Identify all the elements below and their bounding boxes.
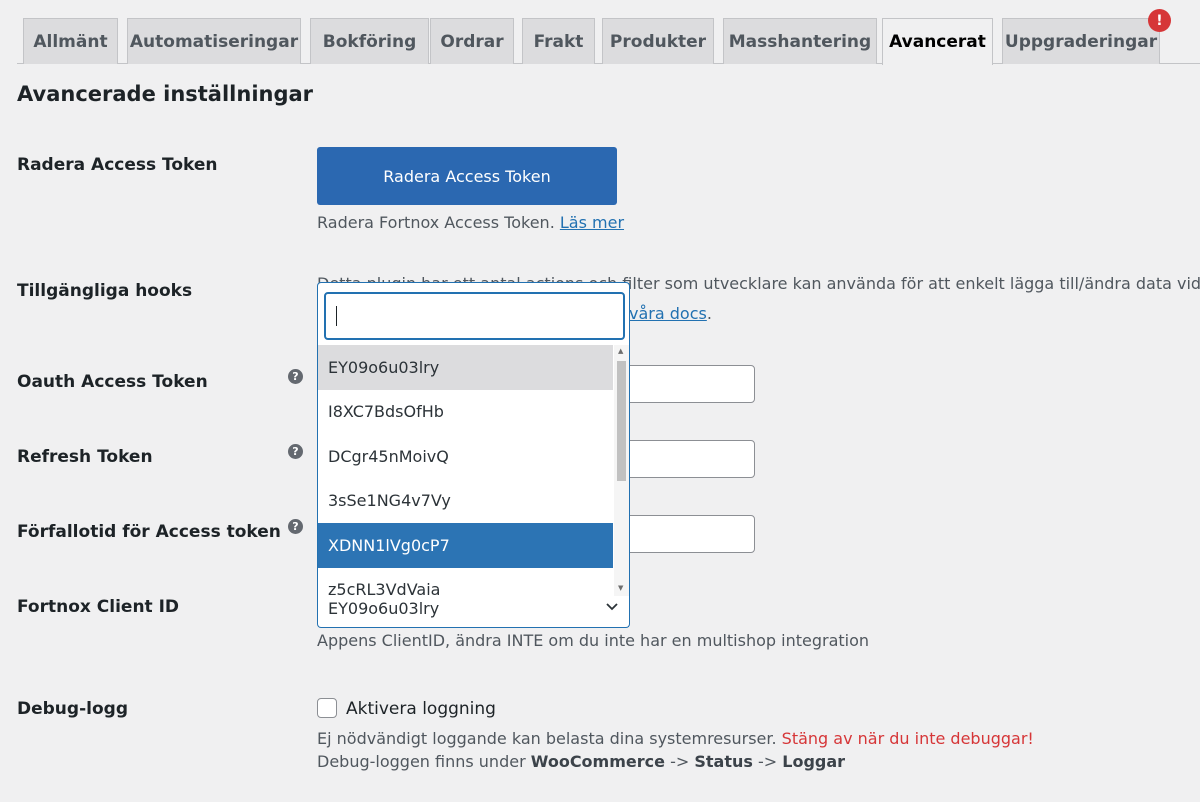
tab-automatiseringar[interactable]: Automatiseringar	[127, 18, 301, 64]
debug-path-prefix: Debug-loggen finns under	[317, 752, 526, 771]
dropdown-search-input[interactable]	[324, 292, 625, 340]
hooks-label: Tillgängliga hooks	[17, 281, 193, 301]
hooks-docs-line: våra docs.	[629, 304, 712, 323]
tab-uppgraderingar[interactable]: Uppgraderingar	[1002, 18, 1160, 64]
help-icon[interactable]: ?	[288, 519, 303, 534]
debug-desc-text: Ej nödvändigt loggande kan belasta dina …	[317, 729, 777, 748]
dropdown-option[interactable]: z5cRL3VdVaia	[318, 568, 613, 596]
docs-link[interactable]: våra docs	[629, 304, 707, 323]
dropdown-option[interactable]: EY09o6u03lry	[318, 345, 613, 390]
chevron-down-icon	[605, 597, 619, 621]
refresh-label: Refresh Token	[17, 447, 153, 467]
alert-badge: !	[1148, 9, 1171, 32]
tab-allmant[interactable]: Allmänt	[23, 18, 118, 64]
debug-path-arrow: ->	[757, 752, 778, 771]
debug-path-woocommerce: WooCommerce	[530, 752, 665, 771]
debug-description-1: Ej nödvändigt loggande kan belasta dina …	[317, 729, 1034, 748]
debug-path-loggar: Loggar	[782, 752, 846, 771]
debug-path-arrow: ->	[670, 752, 690, 771]
scroll-up-arrow-icon[interactable]: ▲	[618, 347, 623, 355]
page-title: Avancerade inställningar	[17, 82, 314, 106]
scroll-down-arrow-icon[interactable]: ▼	[618, 584, 623, 592]
debug-checkbox[interactable]	[317, 698, 337, 718]
debug-warning: Stäng av när du inte debuggar!	[781, 729, 1034, 748]
dropdown-option[interactable]: DCgr45nMoivQ	[318, 434, 613, 479]
radera-desc-text: Radera Fortnox Access Token.	[317, 213, 555, 232]
debug-path-status: Status	[694, 752, 753, 771]
tab-bokforing[interactable]: Bokföring	[310, 18, 429, 64]
dropdown-option[interactable]: XDNN1lVg0cP7	[318, 523, 613, 568]
expiry-label: Förfallotid för Access token	[17, 522, 281, 542]
debug-checkbox-label[interactable]: Aktivera loggning	[346, 699, 496, 719]
help-icon[interactable]: ?	[288, 369, 303, 384]
radera-description: Radera Fortnox Access Token. Läs mer	[317, 213, 624, 232]
tab-masshantering[interactable]: Masshantering	[723, 18, 877, 64]
client-id-selected-value: EY09o6u03lry	[328, 599, 440, 618]
debug-description-2: Debug-loggen finns under WooCommerce -> …	[317, 752, 845, 771]
tab-avancerat[interactable]: Avancerat	[882, 18, 993, 65]
radera-label: Radera Access Token	[17, 155, 218, 175]
tab-produkter[interactable]: Produkter	[602, 18, 714, 64]
radera-access-token-button[interactable]: Radera Access Token	[317, 147, 617, 205]
help-icon[interactable]: ?	[288, 444, 303, 459]
settings-tabs: Allmänt Automatiseringar Bokföring Ordra…	[17, 0, 1200, 65]
scrollbar-thumb[interactable]	[617, 361, 626, 481]
las-mer-link[interactable]: Läs mer	[560, 213, 624, 232]
dropdown-option[interactable]: 3sSe1NG4v7Vy	[318, 479, 613, 524]
client-id-label: Fortnox Client ID	[17, 597, 180, 617]
client-id-dropdown: EY09o6u03lry I8XC7BdsOfHb DCgr45nMoivQ 3…	[317, 282, 630, 596]
dropdown-scrollbar[interactable]: ▲ ▼	[614, 345, 629, 596]
client-id-description: Appens ClientID, ändra INTE om du inte h…	[317, 631, 870, 650]
dropdown-option[interactable]: I8XC7BdsOfHb	[318, 390, 613, 435]
tab-ordrar[interactable]: Ordrar	[430, 18, 514, 64]
dropdown-options: EY09o6u03lry I8XC7BdsOfHb DCgr45nMoivQ 3…	[318, 345, 613, 596]
text-caret	[336, 306, 337, 326]
oauth-label: Oauth Access Token	[17, 372, 208, 392]
debug-label: Debug-logg	[17, 699, 128, 719]
tab-frakt[interactable]: Frakt	[522, 18, 595, 64]
